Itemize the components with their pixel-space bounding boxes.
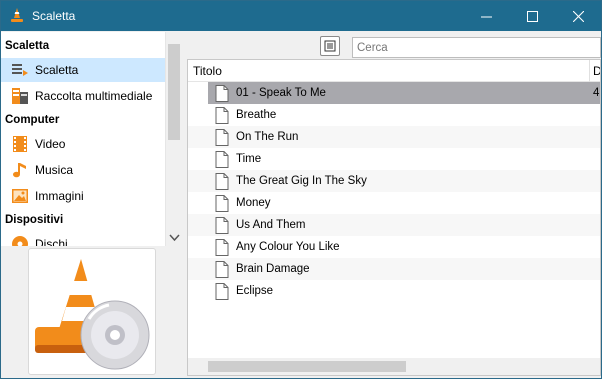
chevron-down-icon[interactable] [169,234,180,242]
sidebar-item-label: Dischi [35,237,68,246]
row-title: Time [236,153,262,165]
playlist-icon [12,64,28,76]
column-separator[interactable] [589,60,590,82]
file-icon [215,195,229,212]
column-header-row: Titolo D [188,60,600,82]
table-row[interactable]: Us And Them [188,214,600,236]
horizontal-scrollbar[interactable] [188,358,600,375]
sidebar-item-label: Scaletta [35,63,79,77]
title-bar[interactable]: Scaletta [1,1,601,31]
section-heading-dispositivi: Dispositivi [5,214,64,226]
list-view-icon [324,40,336,52]
playlist-toolbar [182,32,601,58]
sidebar: Scaletta Scaletta Raccolta multimediale … [1,32,182,246]
sidebar-item-label: Video [35,137,66,151]
table-row[interactable]: Time [188,148,600,170]
table-row[interactable]: The Great Gig In The Sky [188,170,600,192]
sidebar-item-immagini[interactable]: Immagini [1,184,165,208]
sidebar-scrollbar[interactable] [165,32,182,246]
row-title: On The Run [236,131,299,143]
table-row[interactable]: Any Colour You Like [188,236,600,258]
sidebar-scroll-thumb[interactable] [168,44,180,140]
film-icon [13,136,27,152]
media-library-icon [12,88,28,104]
table-row[interactable]: Brain Damage [188,258,600,280]
window-title: Scaletta [32,9,76,23]
file-icon [215,85,229,102]
sidebar-item-label: Musica [35,163,74,177]
table-row[interactable]: 01 - Speak To Me 42 [208,82,600,104]
vlc-cone-disc-art [35,259,150,370]
file-icon [215,151,229,168]
sidebar-item-label: Raccolta multimediale [35,89,153,103]
table-row[interactable]: Eclipse [188,280,600,302]
section-heading-computer: Computer [5,114,60,126]
sidebar-item-raccolta-multimediale[interactable]: Raccolta multimediale [1,84,165,108]
minimize-icon [480,16,492,17]
minimize-button[interactable] [463,1,509,31]
search-input[interactable] [352,37,601,58]
row-title: Brain Damage [236,263,310,275]
file-icon [215,239,229,256]
file-icon [215,107,229,124]
row-title: Us And Them [236,219,306,231]
table-row[interactable]: Money [188,192,600,214]
vlc-window: Scaletta Scaletta Scaletta Raccolta mult… [0,0,602,379]
sidebar-item-dischi[interactable]: Dischi [1,232,165,246]
album-art [28,248,156,375]
file-icon [215,129,229,146]
section-heading-scaletta: Scaletta [5,40,50,52]
file-icon [215,173,229,190]
picture-icon [12,189,28,203]
row-title: The Great Gig In The Sky [236,175,367,187]
table-row[interactable]: Breathe [188,104,600,126]
file-icon [215,261,229,278]
column-header-title[interactable]: Titolo [193,64,222,78]
playlist-table: Titolo D 01 - Speak To Me 42 Breathe On … [187,59,601,376]
column-header-duration[interactable]: D [593,64,600,78]
sidebar-item-video[interactable]: Video [1,132,165,156]
playlist-view-button[interactable] [320,36,340,56]
disc-icon [12,236,28,246]
maximize-icon [526,10,538,22]
row-title: Any Colour You Like [236,241,340,253]
file-icon [215,283,229,300]
music-note-icon [13,163,26,178]
file-icon [215,217,229,234]
row-title: Eclipse [236,285,274,297]
close-button[interactable] [555,1,601,31]
table-row[interactable]: On The Run [188,126,600,148]
sidebar-item-musica[interactable]: Musica [1,158,165,182]
row-title: 01 - Speak To Me [236,87,326,99]
row-duration: 42 [593,87,600,99]
vlc-cone-icon [11,8,23,22]
sidebar-item-scaletta[interactable]: Scaletta [1,58,165,82]
row-title: Money [236,197,271,209]
maximize-button[interactable] [509,1,555,31]
row-title: Breathe [236,109,277,121]
horizontal-scroll-thumb[interactable] [208,361,406,372]
sidebar-item-label: Immagini [35,189,84,203]
close-icon [572,10,584,22]
